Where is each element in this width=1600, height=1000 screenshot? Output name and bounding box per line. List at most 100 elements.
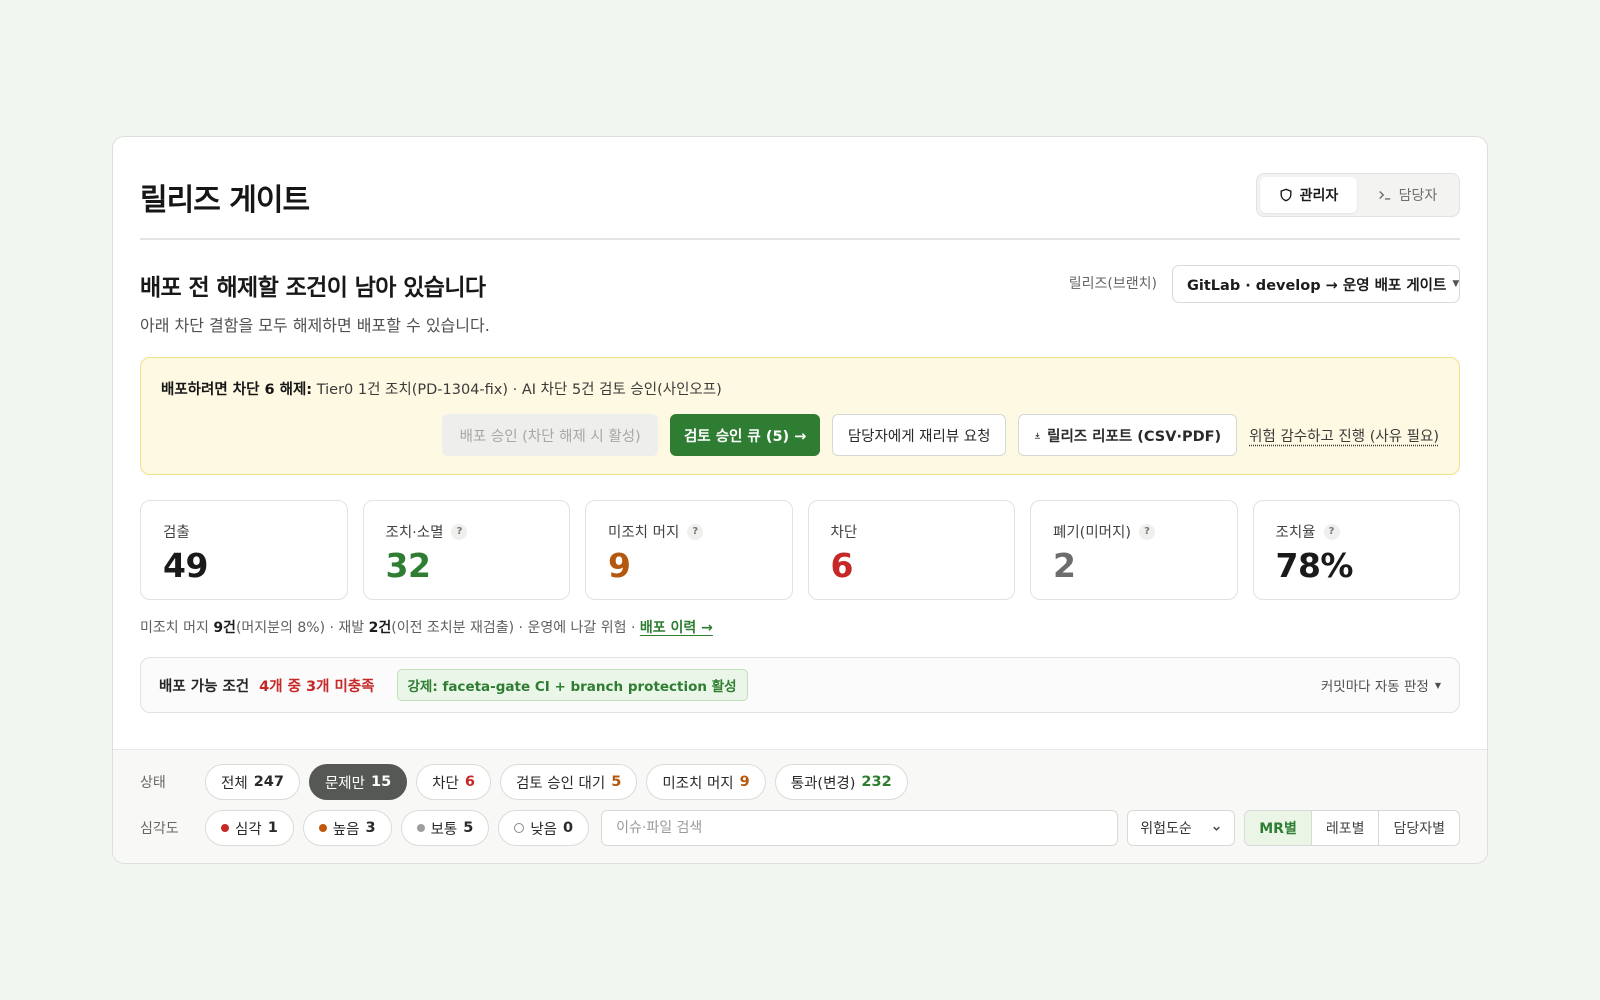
stat-value: 78% — [1275, 546, 1354, 585]
chip-label: 높음 — [332, 821, 360, 838]
role-owner-button[interactable]: 담당자 — [1359, 177, 1456, 213]
chip-label: 문제만 — [324, 775, 365, 792]
deploy-history-link[interactable]: 배포 이력 → — [640, 620, 713, 636]
stat-label: 폐기(미머지) — [1053, 525, 1132, 541]
note-count: 9건 — [213, 620, 236, 636]
stat-label: 차단 — [830, 525, 858, 541]
chip-count: 3 — [365, 820, 376, 836]
stat-value: 2 — [1053, 546, 1076, 585]
note-count: 2건 — [368, 620, 392, 636]
evaluation-mode-dropdown[interactable]: 커밋마다 자동 판정 ▼ — [1321, 675, 1441, 695]
issue-file-search-input[interactable] — [601, 810, 1119, 846]
release-report-label: 릴리즈 리포트 (CSV·PDF) — [1047, 428, 1222, 445]
status-chip-unresolved-merge[interactable]: 미조치 머지 9 — [646, 764, 766, 800]
chip-label: 미조치 머지 — [662, 775, 734, 792]
role-owner-label: 담당자 — [1398, 188, 1438, 204]
conditions-label: 배포 가능 조건 — [159, 678, 250, 695]
tab-group-by-owner[interactable]: 담당자별 — [1378, 811, 1459, 845]
release-gate-card: 릴리즈 게이트 관리자 담당자 배포 전 해제할 조건이 남아 있습니다 아래 … — [112, 136, 1488, 864]
release-branch-value: GitLab · develop → 운영 배포 게이트 — [1187, 277, 1447, 294]
stat-resolution-rate: 조치율? 78% — [1252, 500, 1460, 600]
help-icon[interactable]: ? — [687, 523, 704, 540]
sort-select[interactable]: 위험도순 — [1127, 810, 1236, 846]
help-icon[interactable]: ? — [1323, 523, 1340, 540]
stat-unresolved-merge: 미조치 머지? 9 — [585, 500, 793, 600]
terminal-icon — [1378, 191, 1390, 200]
note-text: (이전 조치분 재검출) · 운영에 나갈 위험 · — [391, 620, 640, 636]
deploy-approve-button[interactable]: 배포 승인 (차단 해제 시 활성) — [442, 414, 659, 456]
severity-chip-low[interactable]: 낮음 0 — [498, 810, 590, 846]
help-icon[interactable]: ? — [1139, 523, 1156, 540]
enforcement-badge: 강제: faceta-gate CI + branch protection 활… — [396, 669, 748, 701]
severity-dot-icon — [416, 824, 425, 832]
severity-chip-high[interactable]: 높음 3 — [302, 810, 392, 846]
chip-count: 5 — [463, 820, 474, 836]
severity-chip-medium[interactable]: 보통 5 — [400, 810, 490, 846]
deploy-conditions: 배포 가능 조건 4개 중 3개 미충족 강제: faceta-gate CI … — [140, 657, 1460, 713]
stat-value: 32 — [385, 546, 431, 585]
severity-filter-row: 심각도 심각 1 높음 3 보통 5 낮음 0 위험도순 MR별 레포별 담당자별 — [140, 810, 1460, 846]
severity-dot-icon — [514, 823, 525, 833]
chip-label: 심각 — [235, 821, 262, 838]
caret-down-icon: ▼ — [1434, 680, 1441, 690]
status-filter-row: 상태 전체 247 문제만 15 차단 6 검토 승인 대기 5 미조치 머지 9 통과(… — [140, 764, 1460, 800]
chip-count: 5 — [611, 774, 622, 790]
gate-subline: 아래 차단 결함을 모두 해제하면 배포할 수 있습니다. — [140, 316, 490, 335]
stat-value: 9 — [608, 546, 631, 585]
chip-label: 통과(변경) — [790, 775, 856, 792]
tab-group-by-repo[interactable]: 레포별 — [1310, 811, 1379, 845]
status-chip-all[interactable]: 전체 247 — [205, 764, 300, 800]
caret-down-icon: ▼ — [1452, 279, 1460, 289]
severity-dot-icon — [221, 824, 229, 832]
chip-label: 차단 — [432, 775, 459, 792]
release-report-button[interactable]: 릴리즈 리포트 (CSV·PDF) — [1018, 414, 1238, 456]
banner-actions: 배포 승인 (차단 해제 시 활성) 검토 승인 큐 (5) → 담당자에게 재… — [442, 414, 1439, 456]
stat-value: 49 — [163, 546, 208, 585]
shield-icon — [1280, 188, 1292, 202]
review-queue-button[interactable]: 검토 승인 큐 (5) → — [670, 414, 821, 456]
tab-group-by-mr[interactable]: MR별 — [1245, 811, 1311, 845]
stat-label: 조치·소멸 — [385, 525, 444, 541]
status-chip-blocked[interactable]: 차단 6 — [416, 764, 491, 800]
group-by-tabs: MR별 레포별 담당자별 — [1244, 810, 1460, 846]
conditions-status: 4개 중 3개 미충족 — [259, 678, 375, 695]
status-chip-passed[interactable]: 통과(변경) 232 — [774, 764, 908, 800]
accept-risk-link[interactable]: 위험 감수하고 진행 (사유 필요) — [1249, 425, 1439, 446]
status-filter-label: 상태 — [140, 775, 166, 791]
block-banner: 배포하려면 차단 6 해제: Tier0 1건 조치(PD-1304-fix) … — [140, 357, 1460, 475]
status-chip-review-pending[interactable]: 검토 승인 대기 5 — [499, 764, 638, 800]
severity-dot-icon — [318, 824, 327, 832]
evaluation-mode-label: 커밋마다 자동 판정 — [1320, 679, 1429, 695]
role-admin-button[interactable]: 관리자 — [1260, 177, 1357, 213]
severity-chip-critical[interactable]: 심각 1 — [205, 810, 294, 846]
release-branch-select[interactable]: GitLab · develop → 운영 배포 게이트 ▼ — [1172, 265, 1460, 303]
gate-headline: 배포 전 해제할 조건이 남아 있습니다 — [140, 275, 486, 301]
chip-label: 보통 — [430, 821, 458, 838]
chip-count: 6 — [464, 774, 475, 790]
sort-value: 위험도순 — [1140, 821, 1192, 837]
chip-label: 낮음 — [530, 821, 558, 838]
stat-label: 미조치 머지 — [608, 525, 680, 541]
banner-lead: 배포하려면 차단 6 해제: — [161, 382, 313, 398]
chip-label: 검토 승인 대기 — [515, 775, 606, 792]
download-icon — [1035, 432, 1041, 439]
chip-count: 9 — [739, 774, 750, 790]
note-text: 미조치 머지 — [140, 620, 214, 636]
banner-text: 배포하려면 차단 6 해제: Tier0 1건 조치(PD-1304-fix) … — [161, 378, 722, 399]
chip-count: 247 — [253, 774, 284, 790]
role-admin-label: 관리자 — [1299, 188, 1339, 204]
chip-count: 15 — [371, 774, 392, 790]
request-rereview-button[interactable]: 담당자에게 재리뷰 요청 — [832, 414, 1007, 456]
help-icon[interactable]: ? — [451, 523, 468, 540]
status-chip-issues-only[interactable]: 문제만 15 — [308, 764, 408, 800]
filter-panel: 상태 전체 247 문제만 15 차단 6 검토 승인 대기 5 미조치 머지 9 통과(… — [113, 749, 1487, 863]
stat-label: 조치율 — [1275, 525, 1316, 541]
note-text: (머지분의 8%) · 재발 — [235, 620, 369, 636]
stats-row: 검출 49 조치·소멸? 32 미조치 머지? 9 차단 6 폐기(미머지)? … — [140, 500, 1460, 600]
chip-count: 232 — [861, 774, 892, 790]
stat-label: 검출 — [163, 525, 190, 541]
stat-blocked: 차단 6 — [807, 500, 1015, 600]
severity-filter-label: 심각도 — [140, 821, 179, 837]
page-title: 릴리즈 게이트 — [140, 183, 310, 218]
stat-resolved: 조치·소멸? 32 — [362, 500, 570, 600]
